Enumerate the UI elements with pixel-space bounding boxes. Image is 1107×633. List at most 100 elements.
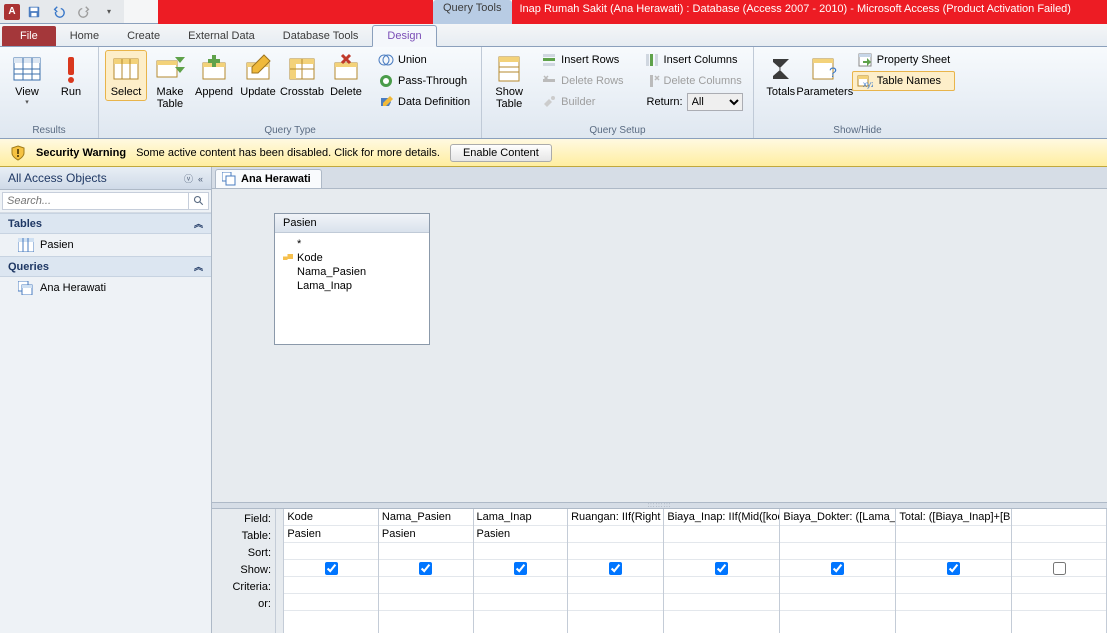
navsection-tables[interactable]: Tables︽ [0,213,211,234]
doctab-ana-herawati[interactable]: Ana Herawati [215,169,322,188]
grid-cell[interactable] [379,560,473,577]
grid-cell[interactable]: Pasien [379,526,473,543]
grid-cell[interactable] [896,594,1011,611]
tablebox-title[interactable]: Pasien [275,214,429,233]
make-table-button[interactable]: Make Table [149,50,191,113]
grid-cell[interactable] [664,560,779,577]
enable-content-button[interactable]: Enable Content [450,144,552,162]
grid-cell[interactable] [474,577,568,594]
property-sheet-button[interactable]: Property Sheet [852,50,955,70]
table-diagram-pane[interactable]: Pasien * Kode Nama_Pasien Lama_Inap [212,189,1107,502]
grid-row-selector[interactable] [276,509,284,633]
grid-cell[interactable] [780,543,895,560]
tab-file[interactable]: File [2,26,56,46]
grid-cell[interactable] [780,526,895,543]
show-checkbox[interactable] [947,562,960,575]
grid-column-empty[interactable] [1012,509,1107,633]
table-names-button[interactable]: xyzTable Names [852,71,955,91]
field-nama-pasien[interactable]: Nama_Pasien [283,265,421,279]
tab-design[interactable]: Design [372,25,436,47]
field-kode[interactable]: Kode [283,251,421,265]
redo-button[interactable] [73,2,95,22]
show-checkbox[interactable] [1053,562,1066,575]
run-button[interactable]: Run [50,50,92,101]
delete-query-button[interactable]: Delete [325,50,367,101]
navitem-query-ana[interactable]: Ana Herawati [0,277,211,299]
grid-cell[interactable] [780,577,895,594]
builder-button[interactable]: Builder [536,92,628,112]
delete-rows-button[interactable]: Delete Rows [536,71,628,91]
tab-external-data[interactable]: External Data [174,26,269,46]
select-query-button[interactable]: Select [105,50,147,101]
grid-cell[interactable] [474,560,568,577]
tab-database-tools[interactable]: Database Tools [269,26,373,46]
navpane-header[interactable]: All Access Objects ⓥ « [0,167,211,190]
grid-cell[interactable] [568,577,663,594]
grid-column[interactable]: Nama_PasienPasien [379,509,474,633]
passthrough-button[interactable]: Pass-Through [373,71,475,91]
grid-cell[interactable] [379,543,473,560]
security-warning-text[interactable]: Some active content has been disabled. C… [136,147,440,159]
show-checkbox[interactable] [325,562,338,575]
grid-cell[interactable] [664,577,779,594]
grid-column[interactable]: Lama_InapPasien [474,509,569,633]
grid-cell[interactable] [896,577,1011,594]
pane-splitter[interactable]: ::::::::: [212,502,1107,509]
navitem-table-pasien[interactable]: Pasien [0,234,211,256]
grid-cell[interactable]: Pasien [284,526,378,543]
grid-cell[interactable] [379,594,473,611]
grid-cell[interactable] [284,577,378,594]
grid-cell[interactable] [780,560,895,577]
grid-cell[interactable] [896,526,1011,543]
grid-cell[interactable]: Ruangan: IIf(Right▾ [568,509,663,526]
union-button[interactable]: Union [373,50,475,70]
grid-cell[interactable] [379,577,473,594]
grid-column[interactable]: Biaya_Dokter: ([Lama_ [780,509,896,633]
navsection-queries[interactable]: Queries︽ [0,256,211,277]
grid-cell[interactable] [568,560,663,577]
grid-column[interactable]: Total: ([Biaya_Inap]+[B [896,509,1012,633]
grid-cell[interactable] [896,543,1011,560]
grid-cell[interactable] [568,526,663,543]
field-star[interactable]: * [283,237,421,251]
grid-cell[interactable]: Biaya_Dokter: ([Lama_ [780,509,895,526]
save-button[interactable] [23,2,45,22]
show-checkbox[interactable] [715,562,728,575]
view-button[interactable]: View ▾ [6,50,48,109]
field-lama-inap[interactable]: Lama_Inap [283,279,421,293]
undo-button[interactable] [48,2,70,22]
append-button[interactable]: Append [193,50,235,101]
show-checkbox[interactable] [831,562,844,575]
search-icon[interactable] [189,192,209,210]
grid-cell[interactable]: Nama_Pasien [379,509,473,526]
show-table-button[interactable]: Show Table [488,50,530,113]
grid-cell[interactable] [474,543,568,560]
delete-columns-button[interactable]: Delete Columns [639,71,747,91]
grid-cell[interactable] [664,543,779,560]
grid-column[interactable]: Biaya_Inap: IIf(Mid([kode [664,509,780,633]
grid-cell[interactable] [780,594,895,611]
grid-cell[interactable] [896,560,1011,577]
parameters-button[interactable]: ? Parameters [804,50,846,101]
tab-create[interactable]: Create [113,26,174,46]
search-input[interactable] [2,192,189,210]
data-definition-button[interactable]: Data Definition [373,92,475,112]
grid-cell[interactable] [284,543,378,560]
crosstab-button[interactable]: Crosstab [281,50,323,101]
insert-rows-button[interactable]: Insert Rows [536,50,628,70]
grid-cell[interactable] [568,594,663,611]
grid-cell[interactable]: Total: ([Biaya_Inap]+[B [896,509,1011,526]
insert-columns-button[interactable]: Insert Columns [639,50,747,70]
grid-cell[interactable]: Lama_Inap [474,509,568,526]
tab-home[interactable]: Home [56,26,113,46]
grid-cell[interactable] [664,594,779,611]
grid-cell[interactable] [568,543,663,560]
tablebox-pasien[interactable]: Pasien * Kode Nama_Pasien Lama_Inap [274,213,430,345]
grid-cell[interactable] [284,594,378,611]
grid-cell[interactable] [284,560,378,577]
grid-column[interactable]: KodePasien [284,509,379,633]
qat-customize-dropdown[interactable]: ▾ [98,2,120,22]
grid-cell[interactable] [664,526,779,543]
show-checkbox[interactable] [514,562,527,575]
grid-cell[interactable] [474,594,568,611]
